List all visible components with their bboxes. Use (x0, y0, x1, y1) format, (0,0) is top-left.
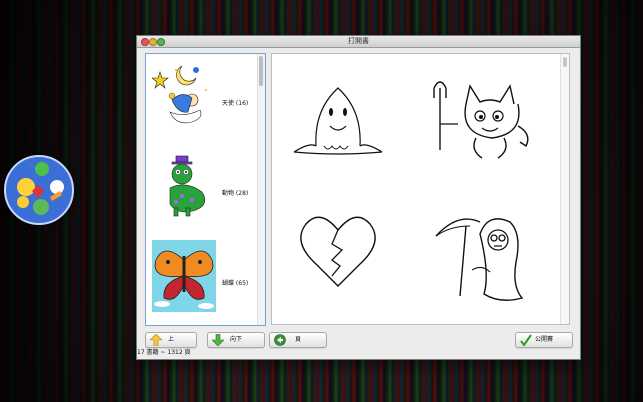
status-text: 17 書籍 ~ 1312 頁 (137, 349, 191, 356)
angel-thumbnail-icon (152, 60, 216, 132)
down-label: 向下 (229, 336, 242, 343)
broken-heart-drawing-icon[interactable] (298, 210, 378, 292)
down-button[interactable]: 向下 (207, 332, 265, 348)
window-title: 打開書 (348, 37, 369, 45)
page-label: 頁 (294, 336, 301, 343)
page-grid-scroll-thumb[interactable] (563, 57, 567, 67)
caterpillar-thumbnail-icon (152, 150, 216, 222)
page-grid-scrollbar[interactable] (560, 54, 569, 324)
book-list[interactable]: 天使 (16) 動物 (28) 蝴蝶 (65) (145, 53, 266, 326)
book-label: 天使 (16) (222, 100, 249, 107)
up-button[interactable]: 上 (145, 332, 197, 348)
book-label: 動物 (28) (222, 190, 249, 197)
open-label: 公開賽 (534, 336, 553, 343)
sidebar-scrollbar[interactable] (257, 54, 265, 325)
emoji-app-icon (17, 162, 64, 215)
book-label: 蝴蝶 (65) (222, 280, 249, 287)
devil-drawing-icon[interactable] (432, 70, 536, 166)
open-button[interactable]: 公開賽 (515, 332, 573, 348)
title-bar[interactable]: 打開書 (137, 36, 580, 48)
ghost-drawing-icon[interactable] (288, 76, 388, 160)
page-button[interactable]: 頁 (269, 332, 327, 348)
page-grid[interactable] (271, 53, 570, 325)
app-icon[interactable] (4, 155, 74, 225)
up-label: 上 (167, 336, 174, 343)
desktop-shade-right (573, 0, 643, 402)
butterfly-thumbnail-icon (152, 240, 216, 312)
sidebar-scroll-thumb[interactable] (259, 56, 263, 86)
open-book-window: 打開書 天使 (16) 動物 (28) 蝴蝶 (65) 上 向下 頁 公開賽 1… (136, 35, 581, 360)
grim-reaper-drawing-icon[interactable] (432, 210, 532, 304)
